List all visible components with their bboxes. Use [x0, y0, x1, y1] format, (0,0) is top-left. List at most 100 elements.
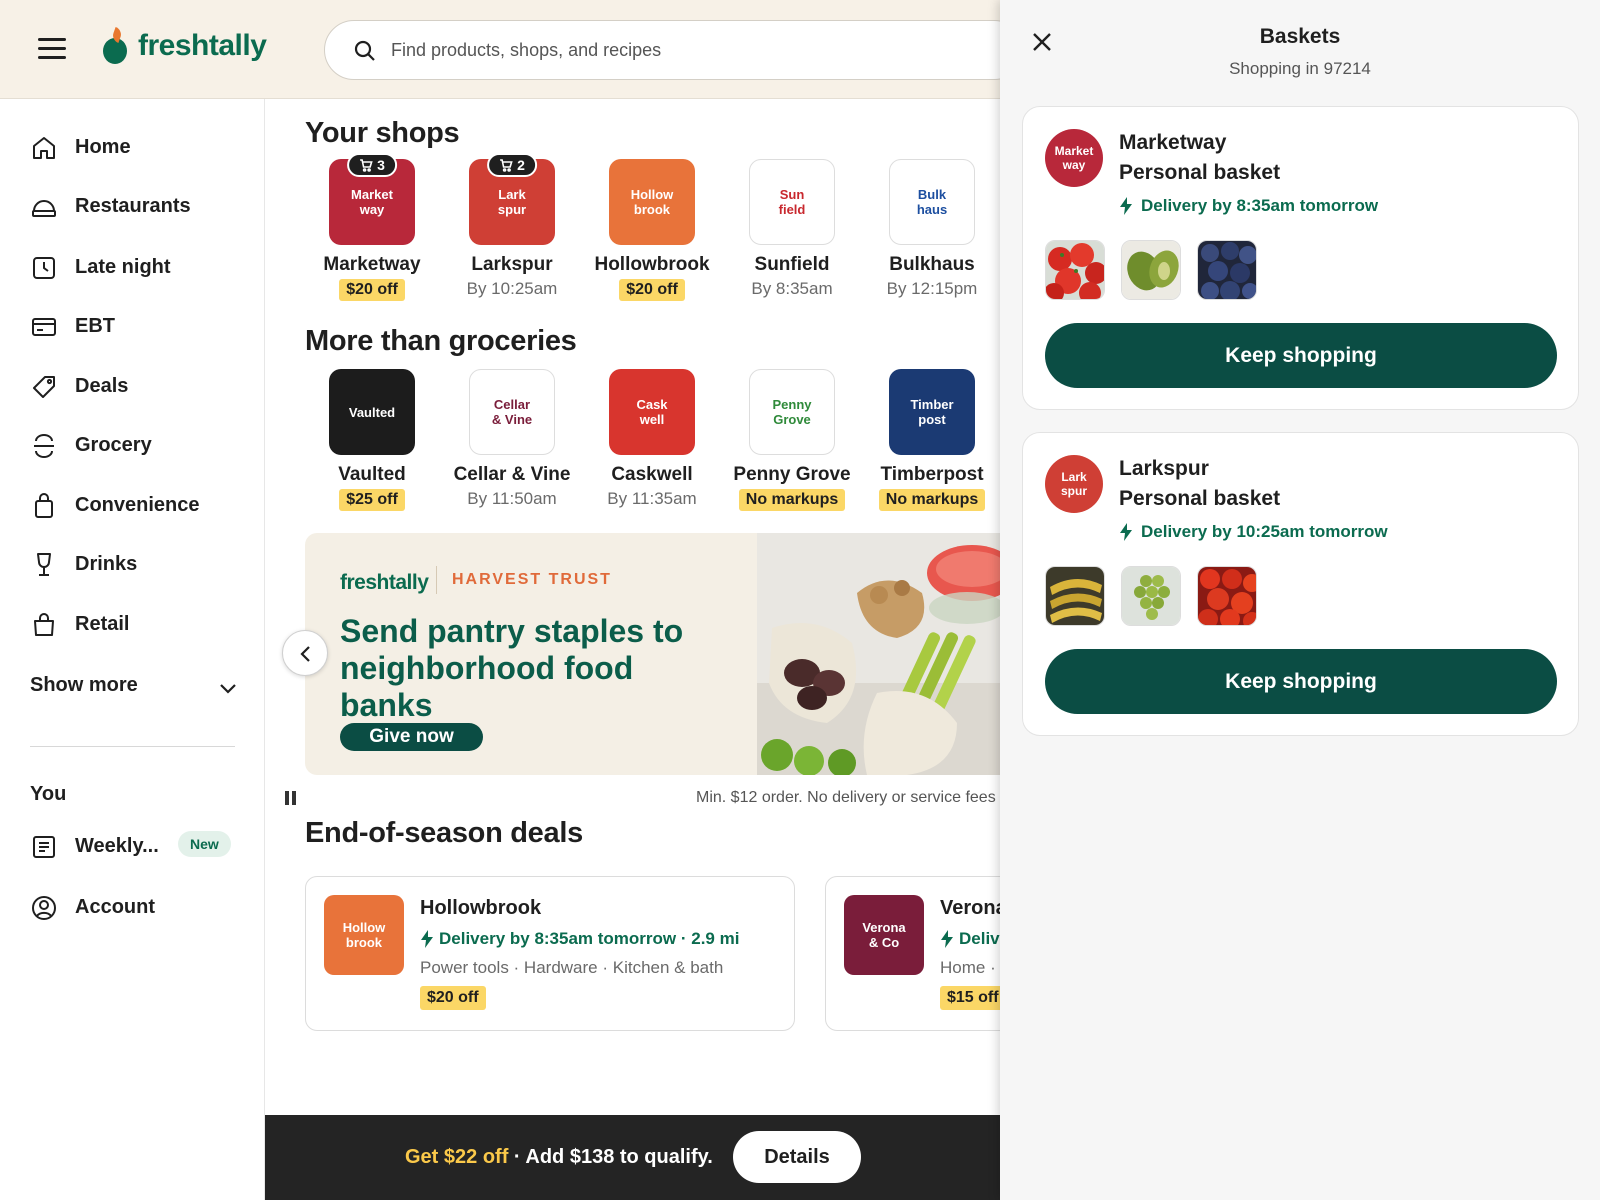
- sidebar-item-late-night[interactable]: Late night: [30, 253, 171, 283]
- sidebar-item-label: Home: [75, 136, 131, 158]
- store-name: Hollowbrook: [420, 897, 542, 919]
- store-logo[interactable]: Market way: [1045, 129, 1103, 187]
- basket-card-larkspur: Lark spur Larkspur Personal basket Deliv…: [1022, 432, 1579, 736]
- store-logo-text: Lark spur: [1060, 470, 1087, 498]
- sidebar-item-label: Deals: [75, 375, 129, 397]
- chevron-down-icon: [220, 684, 236, 694]
- shopping-bag-icon: [34, 613, 54, 636]
- item-thumb-avocados[interactable]: [1121, 240, 1181, 300]
- shop-name: Marketway: [323, 254, 421, 275]
- details-button[interactable]: Details: [733, 1131, 861, 1183]
- cart-icon: [360, 159, 373, 172]
- sidebar-item-convenience[interactable]: Convenience: [30, 491, 199, 521]
- sidebar-item-retail[interactable]: Retail: [30, 610, 129, 640]
- shop-name: Penny Grove: [733, 464, 851, 485]
- sidebar-item-label: Drinks: [75, 553, 138, 575]
- sidebar-item-weekly[interactable]: Weekly... New: [30, 831, 231, 862]
- basket-card-marketway: Market way Marketway Personal basket Del…: [1022, 106, 1579, 410]
- shop-logo: Sun field: [749, 159, 835, 245]
- shop-logo: Cask well: [609, 369, 695, 455]
- sidebar-item-grocery[interactable]: Grocery: [30, 431, 152, 461]
- basket-type: Personal basket: [1119, 161, 1281, 184]
- shop-name: Timberpost: [880, 464, 984, 485]
- discount-badge: $20 off: [420, 986, 486, 1010]
- basket-type: Personal basket: [1119, 487, 1281, 510]
- sidebar-item-deals[interactable]: Deals: [30, 372, 128, 402]
- shop-tile-sunfield[interactable]: Sun field Sunfield By 8:35am: [727, 159, 857, 299]
- sidebar-item-restaurants[interactable]: Restaurants: [30, 192, 191, 222]
- lightning-icon: [1120, 197, 1132, 215]
- sidebar-item-label: Account: [75, 896, 155, 918]
- account-icon: [32, 896, 56, 920]
- shop-tile-timberpost[interactable]: Timber post Timberpost No markups: [867, 369, 997, 511]
- shop-logo-text: Market way: [351, 187, 393, 217]
- shop-tile-cellar-vine[interactable]: Cellar & Vine Cellar & Vine By 11:50am: [447, 369, 577, 509]
- item-thumb-grapes[interactable]: [1121, 566, 1181, 626]
- deals-heading: End-of-season deals: [305, 817, 583, 849]
- shop-eta: By 8:35am: [751, 279, 833, 298]
- shop-eta: By 12:15pm: [886, 279, 978, 298]
- shop-name: Vaulted: [338, 464, 406, 485]
- bananas-image: [1046, 567, 1104, 625]
- give-now-button[interactable]: Give now: [340, 723, 483, 751]
- sidebar: Home Restaurants Late night EBT Deals Gr…: [0, 99, 265, 1200]
- item-thumb-strawberries[interactable]: [1045, 240, 1105, 300]
- offer-highlight: Get $22 off: [405, 1146, 509, 1168]
- your-shops-heading: Your shops: [305, 117, 460, 149]
- store-logo[interactable]: Lark spur: [1045, 455, 1103, 513]
- basket-store-name: Larkspur: [1119, 457, 1209, 480]
- keep-shopping-button[interactable]: Keep shopping: [1045, 649, 1557, 714]
- offer-detail: · Add $138 to qualify.: [508, 1146, 713, 1168]
- shop-tile-hollowbrook[interactable]: Hollow brook Hollowbrook $20 off: [587, 159, 717, 301]
- promo-partner: HARVEST TRUST: [452, 571, 612, 588]
- cart-count: 2: [517, 156, 525, 173]
- deal-card-hollowbrook[interactable]: Hollow brook Hollowbrook Delivery by 8:3…: [305, 876, 795, 1031]
- item-thumb-bananas[interactable]: [1045, 566, 1105, 626]
- search-input[interactable]: Find products, shops, and recipes: [324, 20, 1024, 80]
- shop-logo-text: Bulk haus: [916, 187, 948, 217]
- lightning-icon: [1120, 523, 1132, 541]
- sidebar-item-label: Convenience: [75, 494, 200, 516]
- show-more-button[interactable]: Show more: [30, 674, 238, 704]
- promo-divider: [436, 566, 437, 594]
- carousel-pause-button[interactable]: [283, 789, 299, 807]
- store-logo-text: Verona & Co: [862, 920, 906, 950]
- brand-logo[interactable]: freshtally: [102, 27, 267, 64]
- shop-logo-text: Hollow brook: [630, 187, 674, 217]
- search-icon: [354, 40, 375, 61]
- shop-tile-larkspur[interactable]: Lark spur 2 Larkspur By 10:25am: [447, 153, 577, 299]
- sidebar-item-label: Late night: [75, 256, 171, 278]
- sidebar-item-account[interactable]: Account: [30, 893, 155, 923]
- promo-banner[interactable]: freshtally HARVEST TRUST Send pantry sta…: [305, 533, 1000, 775]
- shop-logo-text: Timber post: [910, 397, 954, 427]
- sidebar-item-ebt[interactable]: EBT: [30, 312, 115, 342]
- no-markups-badge: No markups: [878, 489, 986, 511]
- item-thumb-blueberries[interactable]: [1197, 240, 1257, 300]
- panel-title: Baskets: [1259, 25, 1341, 48]
- shop-tile-vaulted[interactable]: Vaulted Vaulted $25 off: [307, 369, 437, 511]
- restaurant-icon: [32, 200, 56, 217]
- keep-shopping-button[interactable]: Keep shopping: [1045, 323, 1557, 388]
- sidebar-item-home[interactable]: Home: [30, 133, 131, 163]
- shop-tile-marketway[interactable]: Market way 3 Marketway $20 off: [307, 153, 437, 301]
- lightning-icon: [941, 930, 953, 948]
- shop-tile-penny-grove[interactable]: Penny Grove Penny Grove No markups: [727, 369, 857, 511]
- store-logo-text: Market way: [1054, 144, 1094, 172]
- basket-items: [1045, 240, 1257, 300]
- store-name: Verona: [940, 897, 1000, 919]
- discount-badge: $25 off: [339, 489, 405, 511]
- shop-tile-bulkhaus[interactable]: Bulk haus Bulkhaus By 12:15pm: [867, 159, 997, 299]
- shop-tile-caskwell[interactable]: Cask well Caskwell By 11:35am: [587, 369, 717, 509]
- list-icon: [33, 836, 55, 858]
- shop-name: Cellar & Vine: [453, 464, 571, 485]
- shop-logo: Vaulted: [329, 369, 415, 455]
- carousel-prev-button[interactable]: [282, 630, 328, 676]
- item-thumb-tomatoes[interactable]: [1197, 566, 1257, 626]
- cart-count-badge: 2: [487, 153, 537, 177]
- menu-icon[interactable]: [38, 38, 66, 60]
- shop-logo-text: Cellar & Vine: [491, 397, 533, 427]
- sidebar-item-drinks[interactable]: Drinks: [30, 550, 137, 580]
- deal-card-verona[interactable]: Verona & Co Verona Deliv Home · $15 off: [825, 876, 1000, 1031]
- shop-name: Larkspur: [471, 254, 553, 275]
- home-icon: [33, 137, 55, 159]
